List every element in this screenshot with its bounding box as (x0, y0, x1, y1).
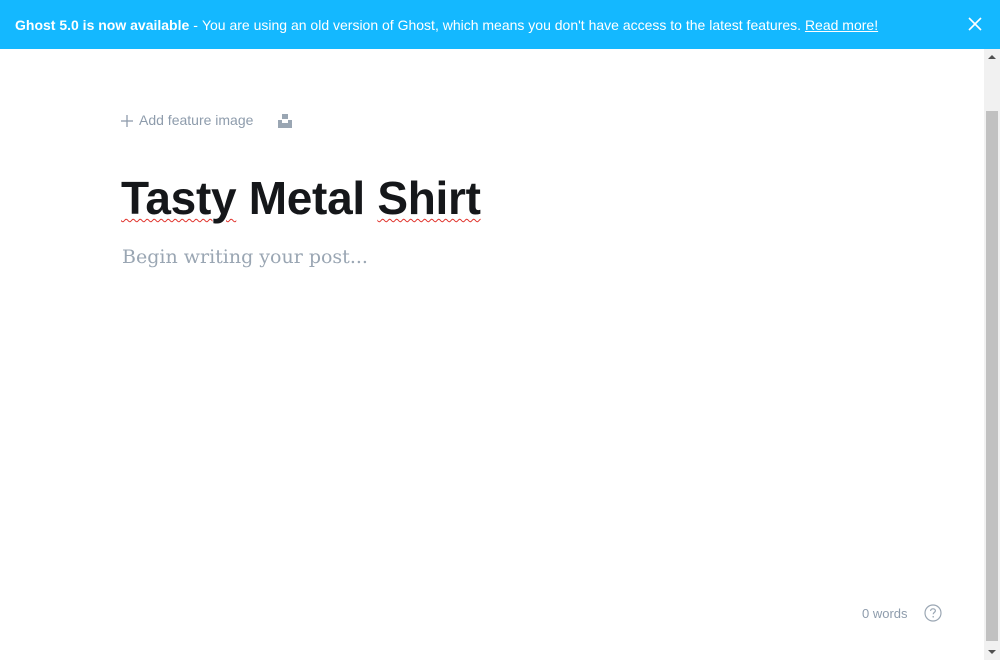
post-editor: Add feature image Tasty Metal Shirt Begi… (0, 49, 984, 660)
help-icon[interactable] (924, 604, 942, 622)
scroll-up-arrow-icon[interactable] (984, 49, 1000, 65)
post-body-placeholder[interactable]: Begin writing your post... (122, 246, 368, 268)
banner-message: You are using an old version of Ghost, w… (201, 16, 802, 33)
add-feature-image-label: Add feature image (139, 112, 254, 128)
banner-separator: - (193, 16, 198, 33)
post-title[interactable]: Tasty Metal Shirt (121, 169, 481, 227)
title-word: Tasty (121, 172, 237, 224)
vertical-scrollbar[interactable] (984, 49, 1000, 660)
plus-icon (121, 114, 133, 127)
word-count: 0 words (862, 606, 908, 621)
add-feature-image-button[interactable]: Add feature image (121, 112, 253, 128)
update-banner: Ghost 5.0 is now available - You are usi… (0, 0, 1000, 49)
close-icon[interactable] (966, 15, 984, 33)
read-more-link[interactable]: Read more! (805, 17, 878, 33)
title-word: Metal (248, 172, 365, 224)
scrollbar-thumb[interactable] (986, 111, 998, 641)
scroll-down-arrow-icon[interactable] (984, 644, 1000, 660)
unsplash-icon[interactable] (278, 114, 292, 128)
banner-title: Ghost 5.0 is now available (15, 16, 190, 33)
title-word: Shirt (377, 172, 481, 224)
